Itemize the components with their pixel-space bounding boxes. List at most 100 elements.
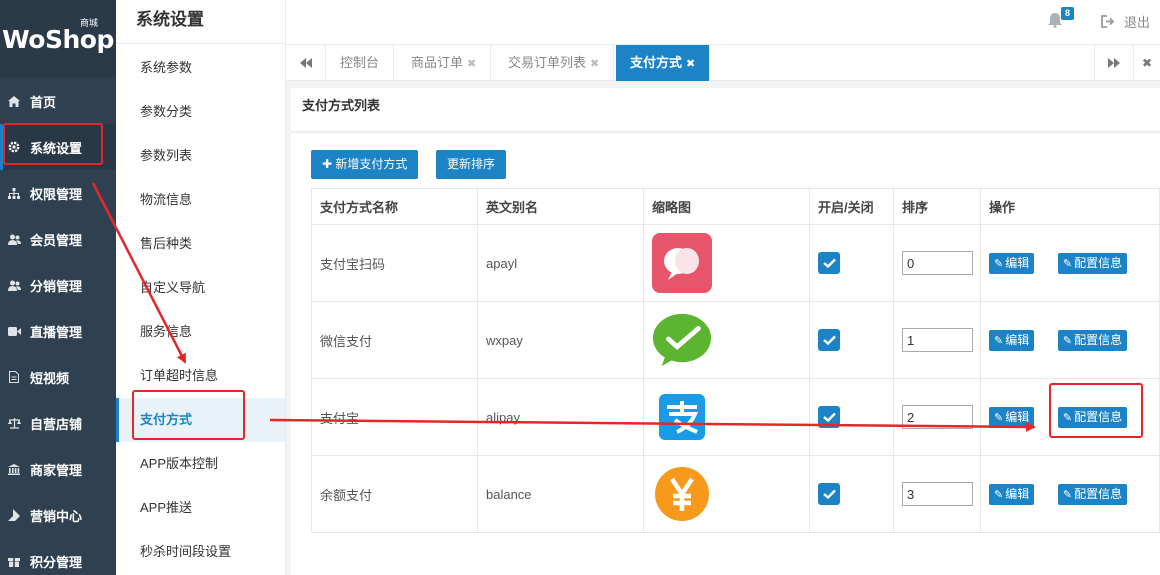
config-info-button[interactable]: ✎ 配置信息: [1057, 329, 1128, 351]
edit-button[interactable]: ✎ 编辑: [989, 483, 1035, 505]
sidebar-item-distribution[interactable]: 分销管理: [0, 262, 116, 308]
config-info-button[interactable]: ✎ 配置信息: [1057, 252, 1128, 274]
button-label: 配置信息: [1074, 409, 1123, 424]
button-label: 配置信息: [1074, 255, 1123, 270]
enabled-checkbox[interactable]: [818, 406, 840, 428]
submenu-item-system-params[interactable]: 系统参数: [116, 46, 285, 90]
add-payment-method-button[interactable]: ✚ 新增支付方式: [311, 150, 419, 179]
submenu-item-order-timeout[interactable]: 订单超时信息: [116, 354, 285, 398]
logo-badge: 商城: [79, 18, 98, 28]
submenu-item-service-info[interactable]: 服务信息: [116, 310, 285, 354]
submenu-item-app-push[interactable]: APP推送: [116, 486, 285, 530]
edit-button[interactable]: ✎ 编辑: [989, 252, 1035, 274]
sidebar-item-label: 营销中心: [30, 508, 83, 524]
button-label: 编辑: [1005, 332, 1030, 347]
submenu-item-after-sale-types[interactable]: 售后种类: [116, 222, 285, 266]
table-row: 支付宝扫码 apayl ✎编辑 ✎配置信息: [311, 224, 1160, 302]
sidebar-item-members[interactable]: 会员管理: [0, 216, 116, 262]
column-header: 开启/关闭: [809, 188, 894, 225]
toggle-cell: [809, 224, 894, 302]
alipay-logo-icon: [652, 387, 712, 447]
home-icon: [7, 94, 21, 108]
bank-icon: [7, 462, 21, 476]
sitemap-icon: [7, 186, 21, 200]
yen-coin-icon: [652, 464, 712, 524]
column-header: 排序: [893, 188, 981, 225]
gift-icon: [7, 554, 21, 568]
actions-cell: ✎ 编辑 ✎ 配置信息: [980, 224, 1160, 302]
toggle-cell: [809, 301, 894, 379]
enabled-checkbox[interactable]: [818, 329, 840, 351]
enabled-checkbox[interactable]: [818, 252, 840, 274]
payment-alias: alipay: [477, 378, 644, 456]
sidebar-item-label: 分销管理: [30, 278, 83, 294]
enabled-checkbox[interactable]: [818, 483, 840, 505]
gear-icon: [7, 140, 21, 154]
brand-logo[interactable]: WoShop 商城: [0, 0, 116, 78]
sidebar-item-marketing[interactable]: 营销中心: [0, 492, 116, 538]
submenu-item-payment-methods[interactable]: 支付方式: [116, 398, 285, 442]
logout-button[interactable]: 退出: [1101, 12, 1150, 31]
sort-input[interactable]: [902, 251, 973, 275]
close-icon: ✖: [1141, 56, 1153, 70]
submenu-item-param-list[interactable]: 参数列表: [116, 134, 285, 178]
thumbnail-cell: [643, 224, 810, 302]
close-icon[interactable]: ✖: [686, 58, 695, 70]
sidebar-item-label: 直播管理: [30, 324, 83, 340]
payment-name: 支付宝扫码: [311, 224, 478, 302]
sidebar-item-system-settings[interactable]: 系统设置: [0, 124, 116, 170]
tab-label: 商品订单: [411, 55, 464, 70]
main-sidebar: WoShop 商城 首页 系统设置 权限管理 会员管理 分销管理 直播管理 短视…: [0, 0, 116, 575]
button-label: 配置信息: [1074, 332, 1123, 347]
sidebar-item-live[interactable]: 直播管理: [0, 308, 116, 354]
sort-input[interactable]: [902, 482, 973, 506]
sort-input[interactable]: [902, 328, 973, 352]
tab-label: 控制台: [340, 55, 380, 70]
edit-button[interactable]: ✎ 编辑: [989, 406, 1035, 428]
scale-icon: [7, 416, 21, 430]
edit-button[interactable]: ✎ 编辑: [989, 329, 1035, 351]
submenu-item-logistics[interactable]: 物流信息: [116, 178, 285, 222]
update-sort-button[interactable]: 更新排序: [436, 150, 507, 179]
submenu-item-app-version[interactable]: APP版本控制: [116, 442, 285, 486]
notification-count-badge: 8: [1060, 7, 1074, 20]
page-tabs-bar: 控制台 商品订单 ✖ 交易订单列表 ✖ 支付方式 ✖ ✖: [286, 45, 1160, 81]
tab-trade-order-list[interactable]: 交易订单列表 ✖: [494, 45, 615, 81]
submenu-item-flash-sale-slots[interactable]: 秒杀时间段设置: [116, 530, 285, 574]
sidebar-item-permissions[interactable]: 权限管理: [0, 170, 116, 216]
close-icon[interactable]: ✖: [590, 58, 599, 70]
button-label: 新增支付方式: [335, 157, 408, 171]
submenu-item-param-categories[interactable]: 参数分类: [116, 90, 285, 134]
submenu-item-custom-nav[interactable]: 自定义导航: [116, 266, 285, 310]
sort-cell: [893, 224, 981, 302]
table-header-row: 支付方式名称 英文别名 缩略图 开启/关闭 排序 操作: [311, 188, 1160, 225]
thumbnail-cell: [643, 455, 810, 533]
sidebar-item-own-store[interactable]: 自营店铺: [0, 400, 116, 446]
config-info-button[interactable]: ✎ 配置信息: [1057, 483, 1128, 505]
tab-payment-methods[interactable]: 支付方式 ✖: [616, 45, 711, 81]
sidebar-item-merchants[interactable]: 商家管理: [0, 446, 116, 492]
sidebar-item-points[interactable]: 积分管理: [0, 538, 116, 575]
tabs-scroll-left-button[interactable]: [286, 45, 326, 81]
file-icon: [7, 370, 21, 384]
sidebar-item-short-video[interactable]: 短视频: [0, 354, 116, 400]
payment-methods-table: 支付方式名称 英文别名 缩略图 开启/关闭 排序 操作 支付宝扫码 apayl: [311, 188, 1160, 533]
toggle-cell: [809, 378, 894, 456]
tabs-scroll-right-button[interactable]: [1094, 45, 1134, 81]
alipay-scan-logo-icon: [652, 233, 712, 293]
logout-icon: [1101, 15, 1115, 28]
sidebar-item-home[interactable]: 首页: [0, 78, 116, 124]
config-info-button[interactable]: ✎ 配置信息: [1057, 406, 1128, 428]
button-label: 编辑: [1005, 486, 1030, 501]
close-icon[interactable]: ✖: [467, 58, 476, 70]
sidebar-item-label: 权限管理: [30, 186, 83, 202]
tabs-close-all-button[interactable]: ✖: [1134, 45, 1160, 81]
tab-product-orders[interactable]: 商品订单 ✖: [397, 45, 492, 81]
tab-console[interactable]: 控制台: [326, 45, 395, 81]
table-row: 余额支付 balance ✎编辑 ✎配置信息: [311, 455, 1160, 533]
pencil-icon: ✎: [994, 334, 1004, 347]
payment-name: 余额支付: [311, 455, 478, 533]
sort-input[interactable]: [902, 405, 973, 429]
double-chevron-left-icon: [299, 58, 312, 68]
sidebar-item-label: 积分管理: [30, 554, 83, 570]
